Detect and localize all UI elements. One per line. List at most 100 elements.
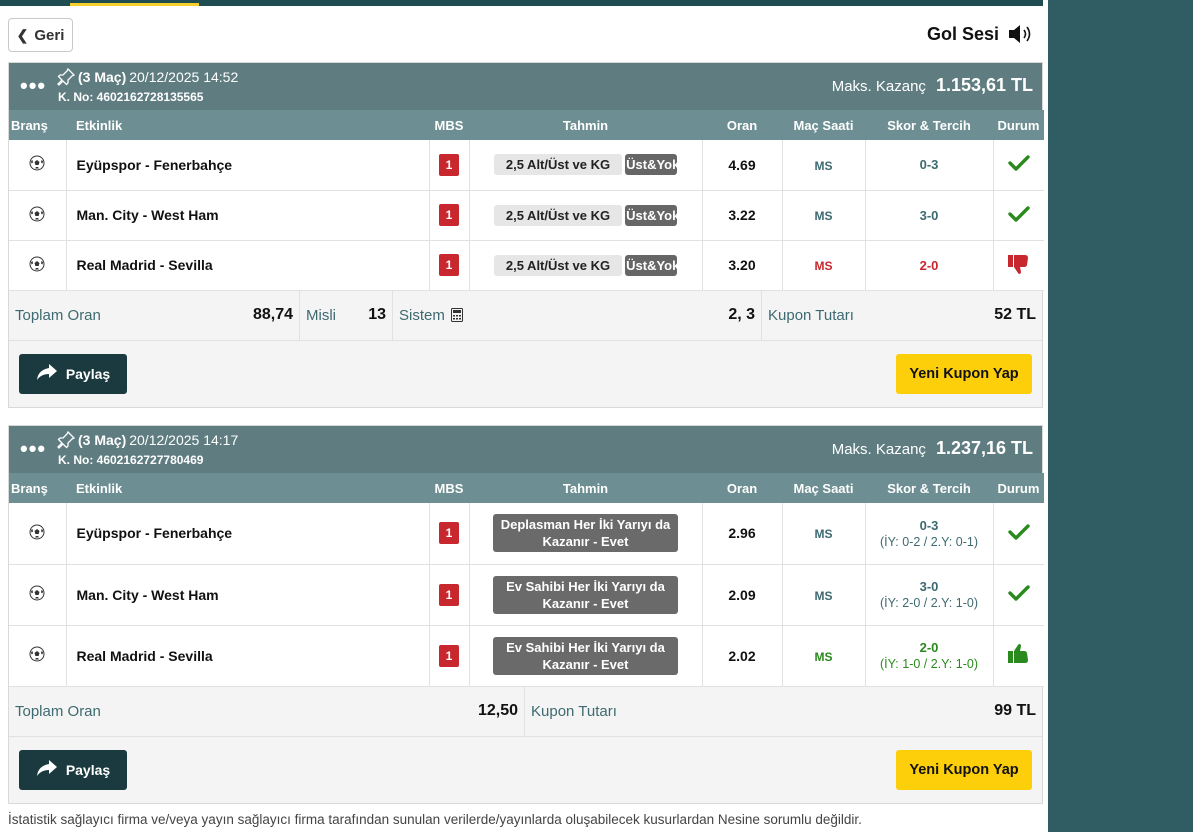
pin-icon[interactable] — [57, 431, 75, 449]
goal-sound-label: Gol Sesi — [926, 23, 999, 44]
new-coupon-button[interactable]: Yeni Kupon Yap — [896, 353, 1032, 394]
col-durum: Durum — [993, 473, 1044, 503]
more-menu-icon[interactable]: ••• — [20, 73, 46, 99]
event-name[interactable]: Real Madrid - Sevilla — [66, 240, 430, 291]
coupon-number: K. No: 4602162727780469 — [58, 453, 204, 467]
col-mbs: MBS — [429, 473, 469, 503]
score-main: 3-0 — [919, 579, 939, 594]
col-brans: Branş — [9, 473, 66, 503]
table-row[interactable]: Man. City - West Ham 1 2,5 Alt/Üst ve KG… — [9, 190, 1044, 241]
odd-value: 2.02 — [702, 625, 783, 687]
chevron-left-icon: ❮ — [16, 26, 29, 43]
table-row[interactable]: Eyüpspor - Fenerbahçe 1 Deplasman Her İk… — [9, 503, 1044, 565]
match-count: (3 Maç) — [78, 432, 127, 448]
odd-value: 4.69 — [702, 140, 783, 191]
goal-sound-toggle[interactable]: Gol Sesi — [927, 22, 1035, 46]
coupon-summary: Toplam Oran 12,50 Kupon Tutarı 99 TL — [9, 686, 1042, 737]
right-side-panel — [1048, 0, 1193, 832]
match-time: MS — [814, 588, 833, 603]
col-skor: Skor & Tercih — [865, 473, 993, 503]
event-name[interactable]: Man. City - West Ham — [66, 564, 430, 626]
table-row[interactable]: Man. City - West Ham 1 Ev Sahibi Her İki… — [9, 564, 1044, 626]
col-tahmin: Tahmin — [469, 110, 702, 140]
prediction-pill: 2,5 Alt/Üst ve KG — [493, 204, 623, 226]
share-button[interactable]: Paylaş — [19, 353, 127, 394]
table-header-row: Branş Etkinlik MBS Tahmin Oran Maç Saati… — [9, 110, 1044, 140]
coupon-number: K. No: 4602162728135565 — [58, 90, 204, 104]
event-name[interactable]: Man. City - West Ham — [66, 190, 430, 241]
prediction-pill: Deplasman Her İki Yarıyı da Kazanır - Ev… — [493, 514, 678, 553]
multiplier: Misli 13 — [300, 290, 393, 340]
col-mbs: MBS — [429, 110, 469, 140]
col-mac-saati: Maç Saati — [782, 110, 865, 140]
max-win-value: 1.237,16 TL — [935, 438, 1033, 458]
share-button[interactable]: Paylaş — [19, 749, 127, 790]
coupon-summary: Toplam Oran 88,74 Misli 13 Sistem 2, 3 Kupo… — [9, 290, 1042, 341]
mbs-badge: 1 — [439, 204, 459, 226]
coupon-amount: Kupon Tutarı 99 TL — [531, 702, 1036, 720]
score: 2-0 — [920, 258, 939, 273]
coupon-table: Branş Etkinlik MBS Tahmin Oran Maç Saati… — [9, 110, 1044, 291]
speaker-icon — [1009, 25, 1031, 43]
odd-value: 2.96 — [702, 503, 783, 565]
col-skor: Skor & Tercih — [865, 110, 993, 140]
table-row[interactable]: Real Madrid - Sevilla 1 2,5 Alt/Üst ve K… — [9, 240, 1044, 291]
event-name[interactable]: Eyüpspor - Fenerbahçe — [66, 503, 430, 565]
pin-icon[interactable] — [57, 68, 75, 86]
more-menu-icon[interactable]: ••• — [20, 436, 46, 462]
odd-value: 2.09 — [702, 564, 783, 626]
football-icon — [29, 206, 45, 225]
mbs-badge: 1 — [439, 153, 459, 176]
back-label: Geri — [34, 26, 65, 44]
coupon-title: (3 Maç) 20/12/2025 14:52 — [57, 68, 238, 86]
coupon-actions: Paylaş Yeni Kupon Yap — [9, 736, 1042, 803]
prediction-pill: Ev Sahibi Her İki Yarıyı da Kazanır - Ev… — [493, 636, 678, 675]
max-win-value: 1.153,61 TL — [935, 75, 1033, 95]
active-tab-indicator — [70, 3, 199, 6]
max-win-label: Maks. Kazanç — [831, 78, 926, 95]
table-row[interactable]: Real Madrid - Sevilla 1 Ev Sahibi Her İk… — [9, 625, 1044, 687]
odd-value: 3.20 — [702, 240, 783, 291]
event-name[interactable]: Eyüpspor - Fenerbahçe — [66, 140, 430, 191]
system[interactable]: Sistem 2, 3 — [393, 290, 762, 340]
coupon-datetime: 20/12/2025 14:17 — [129, 432, 239, 448]
score-main: 3-0 — [919, 207, 939, 223]
new-coupon-button[interactable]: Yeni Kupon Yap — [896, 749, 1032, 790]
mbs-badge: 1 — [439, 583, 459, 606]
football-icon — [29, 646, 45, 665]
match-time: MS — [814, 158, 833, 173]
disclaimer-text: İstatistik sağlayıcı firma ve/veya yayın… — [8, 812, 862, 827]
prediction-pill: 2,5 Alt/Üst ve KG — [493, 254, 623, 276]
score: 0-3 (İY: 0-2 / 2.Y: 0-1) — [866, 518, 993, 550]
match-time: MS — [814, 527, 833, 542]
back-button[interactable]: ❮ Geri — [8, 18, 73, 52]
score: 3-0 — [920, 208, 939, 223]
football-icon — [29, 524, 45, 543]
check-icon — [1007, 205, 1031, 229]
coupon-card: ••• (3 Maç) 20/12/2025 14:17 K. No: 46021… — [8, 425, 1044, 804]
page-header: ❮ Geri Gol Sesi — [8, 18, 1043, 52]
coupon-datetime: 20/12/2025 14:52 — [129, 69, 239, 85]
col-oran: Oran — [702, 473, 782, 503]
match-time: MS — [814, 259, 833, 273]
coupon-amount: Kupon Tutarı 52 TL — [768, 306, 1036, 324]
score-main: 0-3 — [919, 517, 939, 533]
thumbs-up-icon — [1007, 644, 1031, 669]
calculator-icon[interactable] — [450, 308, 463, 322]
coupon-header: ••• (3 Maç) 20/12/2025 14:17 K. No: 46021… — [9, 426, 1042, 473]
max-win-label: Maks. Kazanç — [831, 441, 926, 458]
check-icon — [1007, 155, 1031, 178]
col-etkinlik: Etkinlik — [66, 473, 429, 503]
coupon-actions: Paylaş Yeni Kupon Yap — [9, 340, 1042, 407]
mbs-badge: 1 — [439, 254, 459, 276]
score-halves: (İY: 0-2 / 2.Y: 0-1) — [880, 534, 978, 549]
share-icon — [36, 759, 58, 780]
score: 3-0 (İY: 2-0 / 2.Y: 1-0) — [866, 579, 993, 611]
score-main: 2-0 — [919, 640, 939, 655]
score: 0-3 — [920, 157, 939, 172]
event-name[interactable]: Real Madrid - Sevilla — [66, 625, 430, 687]
mbs-badge: 1 — [439, 522, 459, 545]
table-row[interactable]: Eyüpspor - Fenerbahçe 1 2,5 Alt/Üst ve K… — [9, 140, 1044, 191]
prediction-pill: Ev Sahibi Her İki Yarıyı da Kazanır - Ev… — [493, 575, 678, 614]
col-oran: Oran — [702, 110, 782, 140]
